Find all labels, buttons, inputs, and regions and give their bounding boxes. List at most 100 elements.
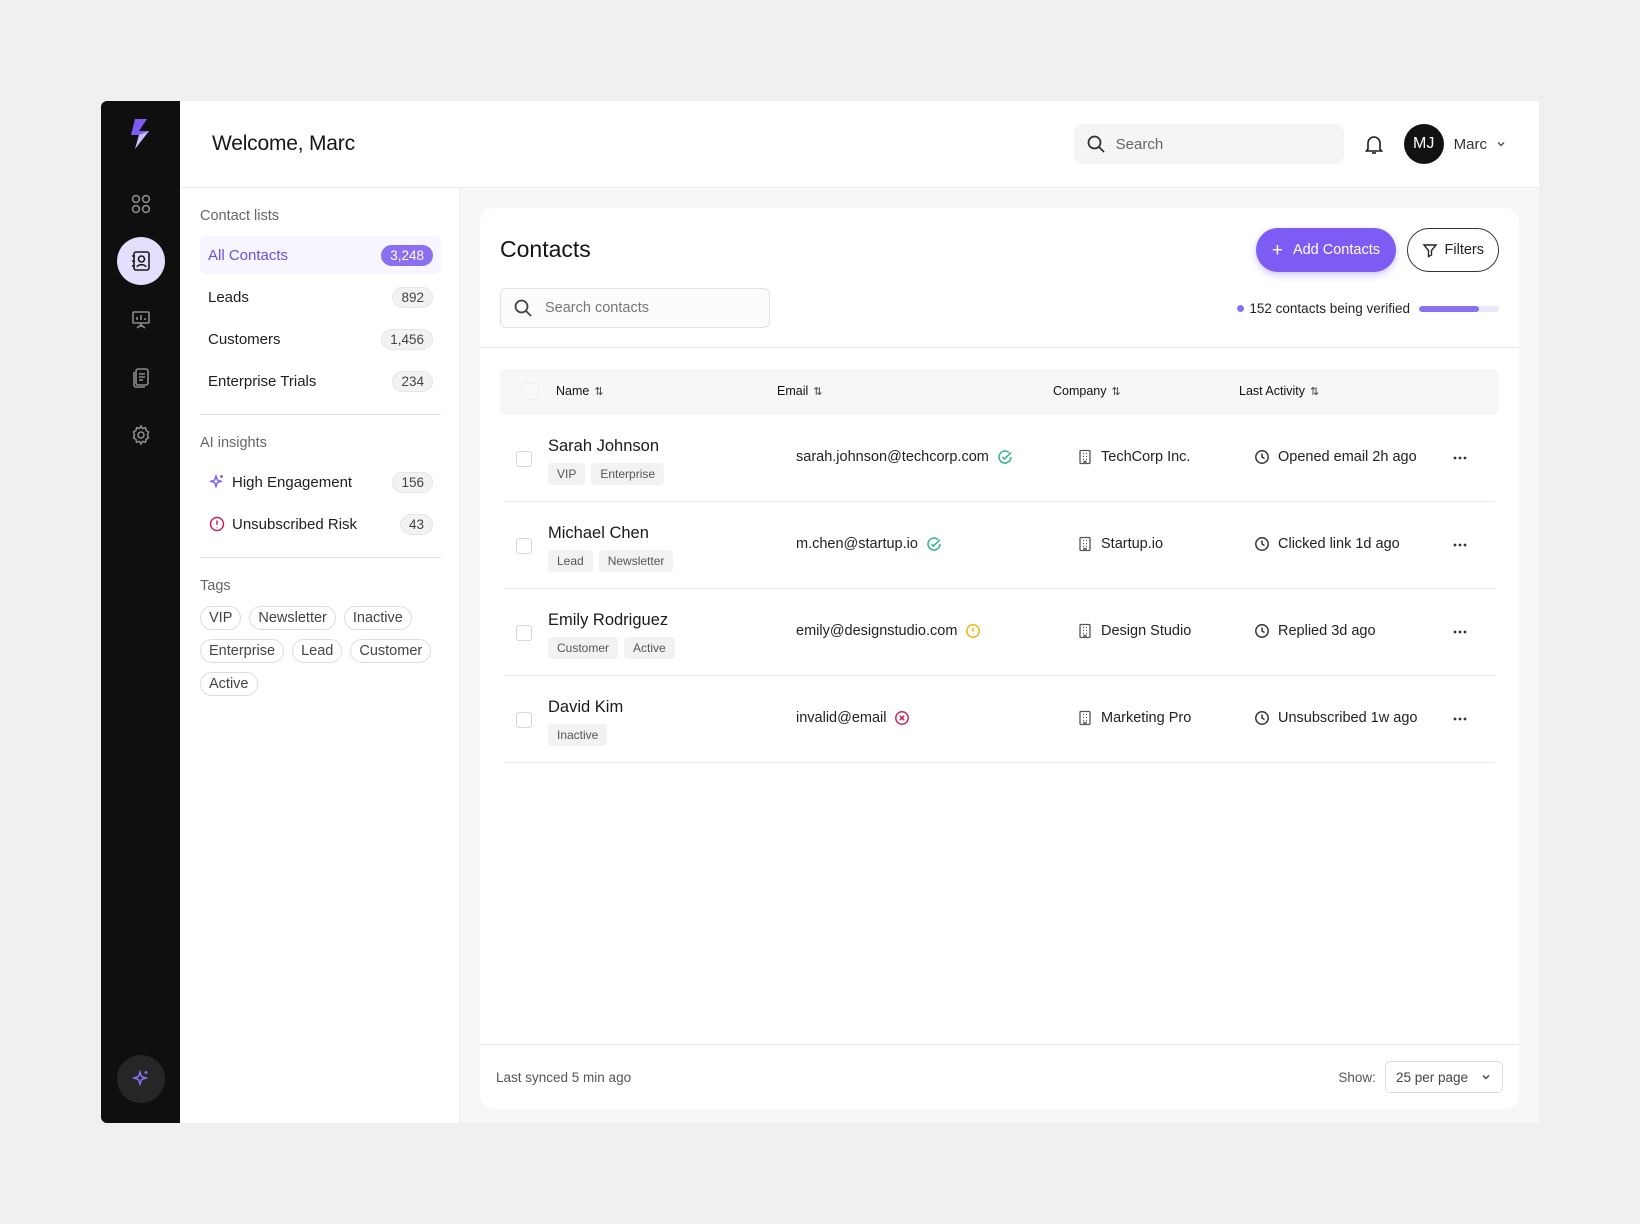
contact-tag: Enterprise — [591, 463, 665, 485]
row-checkbox[interactable] — [516, 625, 532, 641]
contact-name[interactable]: Michael Chen — [548, 524, 649, 543]
filters-button[interactable]: Filters — [1406, 228, 1499, 272]
more-options-icon[interactable] — [1452, 712, 1468, 726]
welcome-title: Welcome, Marc — [212, 132, 355, 155]
tag-chip-newsletter[interactable]: Newsletter — [249, 606, 336, 630]
table-row[interactable]: David Kim Inactive invalid@email Marketi… — [504, 676, 1495, 763]
list-item-all-contacts[interactable]: All Contacts 3,248 — [200, 236, 441, 274]
tags-title: Tags — [200, 578, 231, 594]
table-row[interactable]: Michael Chen Lead Newsletter m.chen@star… — [504, 502, 1495, 589]
tag-chip-active[interactable]: Active — [200, 672, 258, 696]
bell-icon — [1364, 136, 1383, 154]
main-area: Welcome, Marc MJ Marc Contact lists — [180, 101, 1539, 1123]
list-item-customers[interactable]: Customers 1,456 — [200, 320, 441, 358]
building-icon — [1079, 623, 1091, 639]
table-header: Name ⇅ Email ⇅ Company ⇅ Last Activity ⇅ — [500, 369, 1499, 415]
presentation-nav-button[interactable] — [117, 295, 165, 343]
row-checkbox[interactable] — [516, 451, 532, 467]
email-text: sarah.johnson@techcorp.com — [796, 449, 989, 465]
avatar[interactable]: MJ — [1403, 124, 1444, 164]
activity-text: Unsubscribed 1w ago — [1278, 710, 1418, 726]
contact-tag: Lead — [548, 550, 593, 572]
verification-progress-fill — [1419, 305, 1479, 312]
global-search-input[interactable] — [1115, 135, 1316, 153]
more-options-icon[interactable] — [1452, 538, 1468, 552]
verified-check-icon — [927, 537, 941, 551]
contacts-card-header: Contacts + Add Contacts Filters Search c… — [480, 208, 1519, 348]
select-all-checkbox[interactable] — [522, 383, 539, 400]
sparkle-icon — [131, 1069, 149, 1087]
tag-chip-customer[interactable]: Customer — [350, 639, 432, 663]
dashboard-nav-button[interactable] — [117, 180, 165, 228]
contact-name[interactable]: Sarah Johnson — [548, 437, 659, 456]
activity-text: Opened email 2h ago — [1278, 449, 1417, 465]
more-options-icon[interactable] — [1452, 625, 1468, 639]
contact-email: m.chen@startup.io — [796, 536, 942, 552]
list-item-label: Enterprise Trials — [208, 372, 317, 390]
ai-assistant-button[interactable] — [117, 1055, 165, 1103]
list-item-label: Customers — [208, 330, 281, 348]
chevron-down-icon[interactable] — [1495, 138, 1507, 150]
global-search[interactable] — [1073, 124, 1344, 164]
plus-icon: + — [1271, 239, 1283, 261]
list-item-enterprise-trials[interactable]: Enterprise Trials 234 — [200, 362, 441, 400]
sparkle-icon — [208, 473, 224, 489]
clock-icon — [1255, 537, 1269, 551]
grid-icon — [131, 194, 151, 214]
contact-tags: Inactive — [548, 724, 608, 746]
verification-status: 152 contacts being verified — [1237, 301, 1499, 316]
row-checkbox[interactable] — [516, 538, 532, 554]
contact-name[interactable]: David Kim — [548, 698, 623, 717]
company-text: Marketing Pro — [1101, 710, 1192, 726]
list-item-high-engagement[interactable]: High Engagement 156 — [200, 463, 441, 501]
column-header-last-activity[interactable]: Last Activity ⇅ — [1239, 384, 1319, 398]
app-window: Welcome, Marc MJ Marc Contact lists — [101, 101, 1539, 1123]
column-label: Company — [1053, 384, 1107, 398]
contact-name[interactable]: Emily Rodriguez — [548, 611, 668, 630]
contact-tags: Lead Newsletter — [548, 550, 674, 572]
notifications-button[interactable] — [1360, 130, 1388, 158]
contact-search-input[interactable] — [545, 300, 755, 316]
list-count: 1,456 — [381, 328, 433, 350]
contact-company: Design Studio — [1078, 623, 1191, 639]
table-row[interactable]: Sarah Johnson VIP Enterprise sarah.johns… — [504, 415, 1495, 502]
add-contacts-label: Add Contacts — [1292, 242, 1380, 258]
clock-icon — [1255, 450, 1269, 464]
content-area: Contacts + Add Contacts Filters Search c… — [460, 188, 1539, 1123]
contact-search[interactable] — [500, 288, 770, 328]
list-item-unsubscribed-risk[interactable]: Unsubscribed Risk 43 — [200, 505, 441, 543]
status-dot — [1237, 305, 1245, 312]
more-options-icon[interactable] — [1452, 451, 1468, 465]
tag-chip-vip[interactable]: VIP — [200, 606, 242, 630]
column-label: Name — [556, 384, 590, 398]
list-item-leads[interactable]: Leads 892 — [200, 278, 441, 316]
list-item-label: Unsubscribed Risk — [232, 515, 358, 533]
contact-email: invalid@email — [796, 710, 910, 726]
row-checkbox[interactable] — [516, 712, 532, 728]
settings-nav-button[interactable] — [117, 411, 165, 459]
email-text: m.chen@startup.io — [796, 536, 918, 552]
list-count: 156 — [392, 471, 433, 493]
tag-chip-lead[interactable]: Lead — [292, 639, 343, 663]
contacts-footer: Last synced 5 min ago Show: 25 per page — [480, 1044, 1519, 1109]
alert-circle-icon — [209, 516, 225, 532]
column-label: Last Activity — [1239, 384, 1305, 398]
column-header-email[interactable]: Email ⇅ — [777, 384, 822, 398]
column-header-company[interactable]: Company ⇅ — [1053, 384, 1121, 398]
user-name[interactable]: Marc — [1454, 136, 1487, 153]
chevron-down-icon — [1482, 1074, 1490, 1080]
documents-nav-button[interactable] — [117, 353, 165, 401]
tag-chip-inactive[interactable]: Inactive — [343, 606, 412, 630]
per-page-select[interactable]: 25 per page — [1384, 1061, 1503, 1093]
contacts-nav-button[interactable] — [117, 237, 165, 285]
contact-book-icon — [132, 251, 150, 271]
document-icon — [133, 368, 149, 388]
table-row[interactable]: Emily Rodriguez Customer Active emily@de… — [504, 589, 1495, 676]
verification-progress — [1419, 305, 1499, 312]
contact-last-activity: Replied 3d ago — [1254, 623, 1376, 639]
divider — [200, 414, 441, 415]
tag-chip-enterprise[interactable]: Enterprise — [200, 639, 285, 663]
add-contacts-button[interactable]: + Add Contacts — [1255, 228, 1396, 272]
list-count: 3,248 — [381, 244, 433, 266]
column-header-name[interactable]: Name ⇅ — [556, 384, 604, 398]
